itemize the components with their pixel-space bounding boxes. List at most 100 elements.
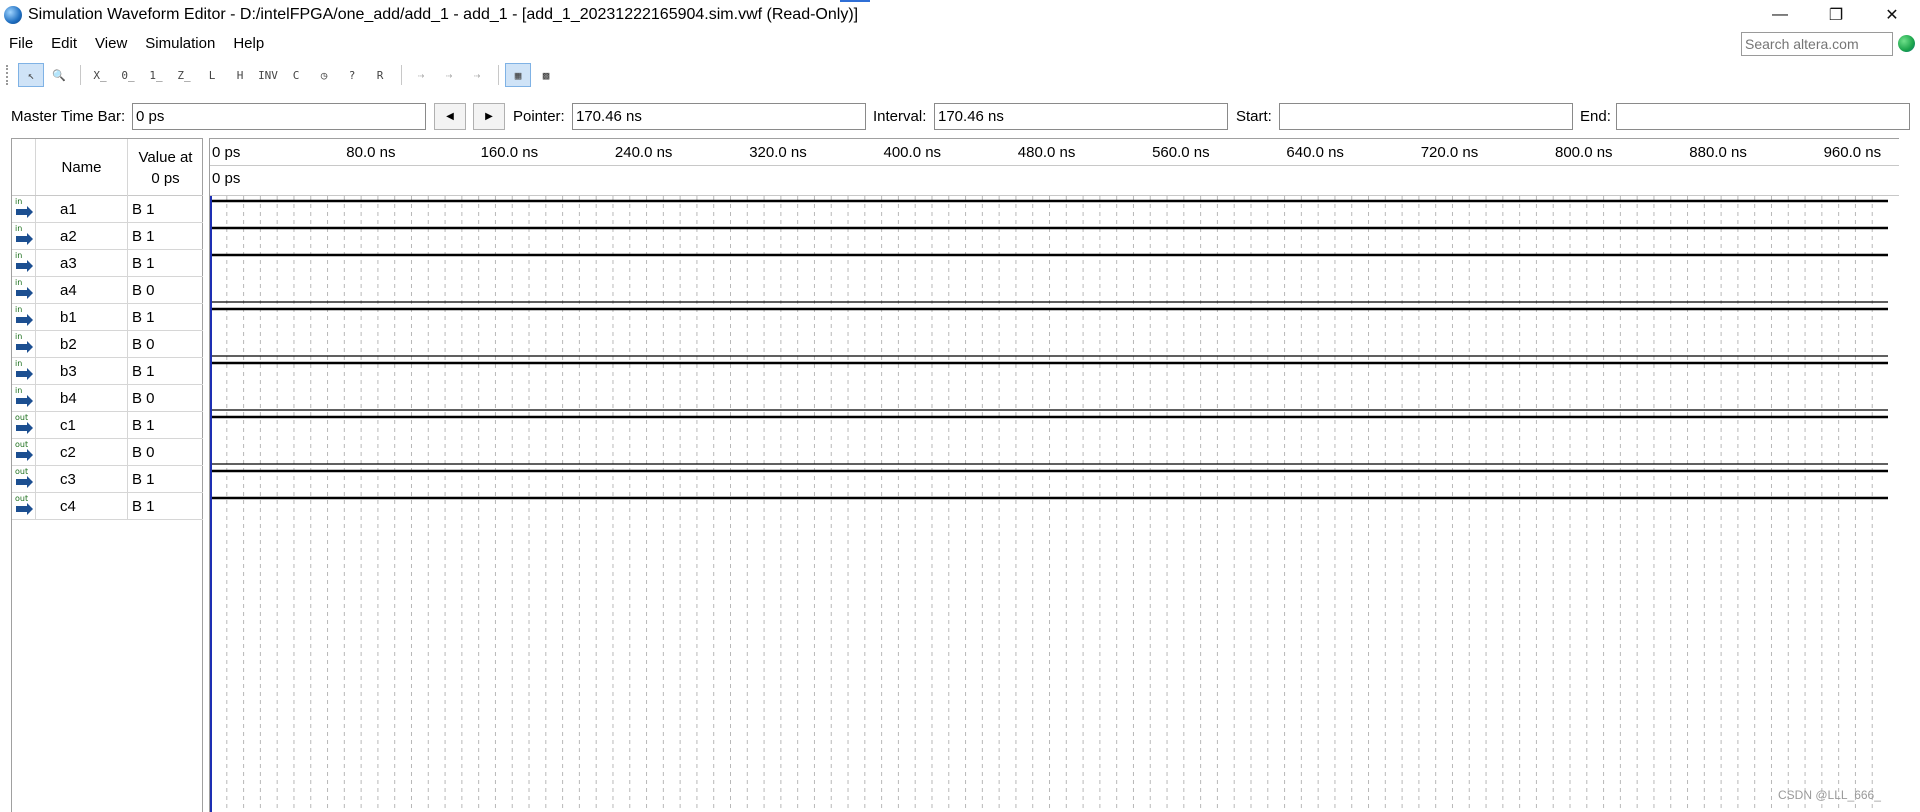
output-pin-icon: out: [13, 414, 35, 436]
menu-file[interactable]: File: [0, 35, 42, 52]
signal-row[interactable]: in a1 B 1: [12, 196, 203, 223]
input-pin-icon: in: [13, 279, 35, 301]
signal-icon-cell: out: [12, 412, 36, 439]
pin-arrow: [16, 206, 33, 218]
signal-list-header: Name Value at 0 ps: [12, 139, 203, 196]
toolbar-separator: [80, 65, 81, 85]
previous-transition-button[interactable]: ◀: [434, 103, 466, 130]
start-field[interactable]: [1279, 103, 1573, 130]
title-accent: [840, 0, 870, 2]
pin-direction-tag: out: [15, 440, 29, 449]
watermark: CSDN @LLL_666_: [1778, 788, 1881, 802]
start-label: Start:: [1236, 108, 1272, 125]
search-input[interactable]: [1741, 32, 1893, 56]
time-bar-row: Master Time Bar: 0 ps ◀ ▶ Pointer: 170.4…: [0, 101, 1920, 131]
input-pin-icon: in: [13, 252, 35, 274]
signal-value: B 0: [132, 444, 155, 461]
count-value-icon[interactable]: C: [283, 63, 309, 87]
header-icon-column: [12, 139, 36, 195]
run-functional-simulation-icon[interactable]: ⇢: [408, 63, 434, 87]
toolbar-separator: [401, 65, 402, 85]
signal-row[interactable]: in b4 B 0: [12, 385, 203, 412]
signal-row[interactable]: in a3 B 1: [12, 250, 203, 277]
signal-row[interactable]: out c2 B 0: [12, 439, 203, 466]
pointer-field[interactable]: 170.46 ns: [572, 103, 866, 130]
dont-care-icon[interactable]: ?: [339, 63, 365, 87]
signal-row[interactable]: out c4 B 1: [12, 493, 203, 520]
title-bar: Simulation Waveform Editor - D:/intelFPG…: [0, 0, 1920, 30]
forcing-low-icon[interactable]: 0̲: [115, 63, 141, 87]
end-field[interactable]: [1616, 103, 1910, 130]
minimize-button[interactable]: —: [1752, 0, 1808, 30]
menu-simulation[interactable]: Simulation: [136, 35, 224, 52]
random-values-icon[interactable]: R: [367, 63, 393, 87]
signal-row[interactable]: in b2 B 0: [12, 331, 203, 358]
waveform-panel[interactable]: 0 ps 80.0 ns 160.0 ns 240.0 ns 320.0 ns 400.0…: [209, 138, 1899, 812]
run-timing-simulation-icon[interactable]: ⇢: [436, 63, 462, 87]
signal-icon-cell: in: [12, 385, 36, 412]
input-pin-icon: in: [13, 198, 35, 220]
menu-edit[interactable]: Edit: [42, 35, 86, 52]
signal-icon-cell: out: [12, 439, 36, 466]
weak-low-icon[interactable]: L: [199, 63, 225, 87]
menu-help[interactable]: Help: [224, 35, 273, 52]
pin-arrow: [16, 395, 33, 407]
signal-value: B 1: [132, 201, 155, 218]
signal-icon-cell: out: [12, 466, 36, 493]
globe-icon[interactable]: [1898, 35, 1915, 52]
signal-icon-cell: in: [12, 331, 36, 358]
invert-icon[interactable]: INV: [255, 63, 281, 87]
pin-direction-tag: in: [15, 332, 23, 341]
name-column-header[interactable]: Name: [36, 139, 128, 196]
signal-row[interactable]: out c3 B 1: [12, 466, 203, 493]
zoom-tool-icon[interactable]: 🔍: [46, 63, 72, 87]
signal-row[interactable]: in a2 B 1: [12, 223, 203, 250]
signal-value: B 1: [132, 363, 155, 380]
close-button[interactable]: ✕: [1864, 0, 1920, 30]
master-time-bar-field[interactable]: 0 ps: [132, 103, 426, 130]
pin-arrow: [16, 233, 33, 245]
output-pin-icon: out: [13, 495, 35, 517]
signal-icon-cell: in: [12, 250, 36, 277]
generate-netlist-icon[interactable]: ⇢: [464, 63, 490, 87]
signal-icon-cell: in: [12, 358, 36, 385]
pin-direction-tag: in: [15, 224, 23, 233]
toolbar-separator: [498, 65, 499, 85]
pin-direction-tag: in: [15, 305, 23, 314]
next-transition-button[interactable]: ▶: [473, 103, 505, 130]
toolbar: ↖ 🔍 X̲ 0̲ 1̲ Z̲ L H INV C ◷? R ⇢ ⇢ ⇢ ▦ ▩: [0, 61, 1920, 89]
signal-row[interactable]: out c1 B 1: [12, 412, 203, 439]
forcing-unknown-icon[interactable]: X̲: [87, 63, 113, 87]
high-impedance-icon[interactable]: Z̲: [171, 63, 197, 87]
forcing-high-icon[interactable]: 1̲: [143, 63, 169, 87]
menu-bar: File Edit View Simulation Help: [0, 30, 1920, 56]
signal-name: c2: [36, 439, 128, 466]
signal-row[interactable]: in b3 B 1: [12, 358, 203, 385]
pin-arrow: [16, 314, 33, 326]
signal-value: B 1: [132, 255, 155, 272]
overwrite-clock-icon[interactable]: ◷: [311, 63, 337, 87]
grid-settings-icon[interactable]: ▩: [533, 63, 559, 87]
signal-row[interactable]: in b1 B 1: [12, 304, 203, 331]
snap-to-grid-icon[interactable]: ▦: [505, 63, 531, 87]
toolbar-grip[interactable]: [6, 65, 10, 85]
signal-value: B 0: [132, 390, 155, 407]
value-column-header[interactable]: Value at 0 ps: [128, 139, 203, 196]
weak-high-icon[interactable]: H: [227, 63, 253, 87]
signal-name: b3: [36, 358, 128, 385]
master-time-bar-label: Master Time Bar:: [11, 108, 126, 125]
waveform-canvas[interactable]: [210, 139, 1899, 812]
signal-name: b1: [36, 304, 128, 331]
restore-button[interactable]: ❐: [1808, 0, 1864, 30]
selection-tool-icon[interactable]: ↖: [18, 63, 44, 87]
interval-field[interactable]: 170.46 ns: [934, 103, 1228, 130]
signal-name: a3: [36, 250, 128, 277]
output-pin-icon: out: [13, 441, 35, 463]
menu-view[interactable]: View: [86, 35, 136, 52]
app-logo-icon: [4, 6, 22, 24]
pin-direction-tag: in: [15, 251, 23, 260]
signal-row[interactable]: in a4 B 0: [12, 277, 203, 304]
signal-name: c1: [36, 412, 128, 439]
signal-value: B 0: [132, 336, 155, 353]
pin-direction-tag: in: [15, 359, 23, 368]
